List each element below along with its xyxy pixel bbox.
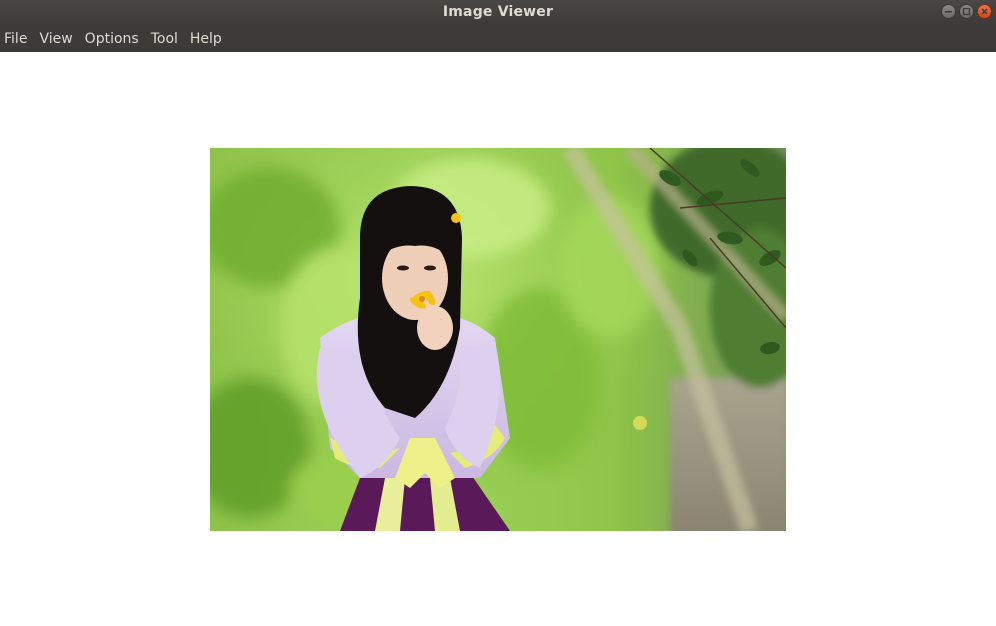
maximize-icon xyxy=(962,7,971,16)
menu-help[interactable]: Help xyxy=(190,31,222,47)
window-title: Image Viewer xyxy=(442,4,554,20)
close-icon xyxy=(981,8,988,15)
image-canvas[interactable] xyxy=(0,52,996,626)
minimize-button[interactable] xyxy=(941,4,956,19)
menu-bar: File View Options Tool Help xyxy=(0,25,996,52)
menu-options[interactable]: Options xyxy=(85,31,139,47)
menu-tool[interactable]: Tool xyxy=(151,31,178,47)
window-controls xyxy=(941,4,992,19)
image-viewer-window: Image Viewer File View Options Tool Help xyxy=(0,0,996,626)
menu-view[interactable]: View xyxy=(39,31,72,47)
close-button[interactable] xyxy=(977,4,992,19)
maximize-button[interactable] xyxy=(959,4,974,19)
title-bar[interactable]: Image Viewer xyxy=(0,0,996,25)
photo-illustration xyxy=(210,148,786,531)
minimize-icon xyxy=(945,11,952,13)
menu-file[interactable]: File xyxy=(4,31,27,47)
displayed-photo xyxy=(210,148,786,531)
